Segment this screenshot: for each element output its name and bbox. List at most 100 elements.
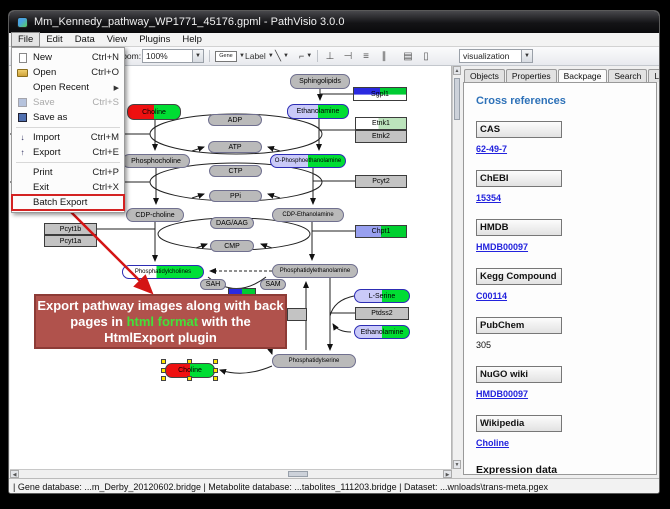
selection-handle[interactable] [213,376,218,381]
pathway-node-pcyt1b[interactable]: Pcyt1b [44,223,97,235]
pathway-node-etnk1[interactable]: Etnk1 [355,117,407,130]
selection-handle[interactable] [161,368,166,373]
menu-item-import[interactable]: ↓ImportCtrl+M [12,130,124,145]
horizontal-scrollbar[interactable]: ◀ ▶ [10,469,452,478]
pathway-node-chpt1[interactable]: Chpt1 [355,225,407,238]
pathway-node-phosphatidylcholines[interactable]: Phosphatidylcholines [122,265,204,279]
pathway-node-ppi[interactable]: PPi [209,190,262,202]
xref-link[interactable]: 15354 [476,193,501,203]
backpage-panel: Cross references CAS62-49-7ChEBI15354HMD… [463,82,657,475]
pathway-node-cdp-choline[interactable]: CDP-choline [126,208,184,222]
vertical-scrollbar[interactable]: ▲ ▼ [452,66,461,469]
vertical-scroll-thumb[interactable] [454,78,460,120]
connector-tool-button[interactable]: ⌐▼ [299,49,312,63]
scroll-left-icon[interactable]: ◀ [10,470,19,478]
pathway-node-cmp[interactable]: CMP [210,240,254,252]
xref-link[interactable]: 62-49-7 [476,144,507,154]
tab-search[interactable]: Search [608,69,647,82]
pathway-node-ptdss2[interactable]: Ptdss2 [355,307,409,320]
selection-handle[interactable] [187,376,192,381]
scroll-right-icon[interactable]: ▶ [443,470,452,478]
tab-backpage[interactable]: Backpage [558,69,608,83]
side-panel-tabs: ObjectsPropertiesBackpageSearchLegend [464,68,660,82]
xref-link[interactable]: C00114 [476,291,507,301]
tab-objects[interactable]: Objects [464,69,505,82]
gene-tool-button[interactable]: Gene▼ [215,49,245,63]
menubar-item-view[interactable]: View [101,33,133,46]
stack-vertical-icon[interactable]: ≡ [359,51,373,62]
menu-item-label: Batch Export [33,197,87,208]
menu-item-save[interactable]: SaveCtrl+S [12,95,124,110]
zoom-combobox[interactable]: 100% ▼ [142,49,204,63]
align-center-y-icon[interactable]: ⊣ [341,51,355,62]
menubar-item-data[interactable]: Data [69,33,101,46]
selection-handle[interactable] [161,359,166,364]
menu-item-batch-export[interactable]: Batch Export [12,195,124,210]
menubar-item-plugins[interactable]: Plugins [133,33,176,46]
horizontal-scroll-thumb[interactable] [288,471,308,477]
visualization-dropdown-arrow-icon[interactable]: ▼ [521,50,532,62]
xref-database-name: PubChem [476,317,562,334]
pathway-node-choline-top[interactable]: Choline [127,104,181,120]
xref-database-name: Wikipedia [476,415,562,432]
scroll-up-icon[interactable]: ▲ [453,66,461,75]
menu-item-save-as[interactable]: Save as [12,110,124,125]
pathway-node-phosphatidylserine[interactable]: Phosphatidylserine [272,354,356,368]
visualization-combobox[interactable]: visualization ▼ [459,49,533,63]
label-tool-button[interactable]: Label▼ [245,49,274,63]
pathway-node-pcyt1a[interactable]: Pcyt1a [44,235,97,247]
scroll-down-icon[interactable]: ▼ [453,460,461,469]
align-center-x-icon[interactable]: ⊥ [323,51,337,62]
selection-handle[interactable] [187,359,192,364]
pathway-node-psd-box[interactable] [287,308,307,321]
menu-item-shortcut: Ctrl+N [92,52,119,63]
pathway-node-etnk2[interactable]: Etnk2 [355,130,407,143]
pathway-node-ethanolamine-bottom[interactable]: Ethanolamine [354,325,410,339]
pathway-node-phosphatidylethanolamine[interactable]: Phosphatidylethanolamine [272,264,358,278]
pathway-node-pcyt2[interactable]: Pcyt2 [355,175,407,188]
xref-link[interactable]: Choline [476,438,509,448]
menu-item-exit[interactable]: ExitCtrl+X [12,180,124,195]
menubar-item-file[interactable]: File [11,32,40,47]
title-bar: Mm_Kennedy_pathway_WP1771_45176.gpml - P… [9,11,659,33]
selection-box-icon[interactable]: ▯ [419,51,433,62]
menu-item-label: Export [33,147,60,158]
menu-item-label: Exit [33,182,49,193]
pathway-node-phosphocholine[interactable]: Phosphocholine [122,154,190,168]
pathway-node-adp[interactable]: ADP [208,114,262,126]
pathway-node-sphingolipids[interactable]: Sphingolipids [290,74,350,89]
pathway-node-sam[interactable]: SAM [260,279,286,290]
selection-handle[interactable] [161,376,166,381]
menu-item-open-recent[interactable]: Open Recent▶ [12,80,124,95]
pathway-node-ctp[interactable]: CTP [209,165,262,177]
pathway-node-cdp-ethanolamine[interactable]: CDP-Ethanolamine [272,208,344,222]
pathway-node-atp[interactable]: ATP [208,141,262,153]
tab-properties[interactable]: Properties [506,69,557,82]
menu-item-export[interactable]: ↑ExportCtrl+E [12,145,124,160]
xref-database-name: HMDB [476,219,562,236]
stack-horizontal-icon[interactable]: ∥ [377,51,391,62]
pathway-node-ethanolamine-top[interactable]: Ethanolamine [287,104,349,119]
menu-item-open[interactable]: OpenCtrl+O [12,65,124,80]
xref-section-nugo-wiki: NuGO wikiHMDB00097 [476,366,656,402]
menu-item-new[interactable]: NewCtrl+N [12,50,124,65]
xref-link[interactable]: HMDB00097 [476,242,528,252]
pathway-node-sgpl1[interactable]: Sgpl1 [353,87,407,101]
selection-handle[interactable] [213,368,218,373]
line-tool-button[interactable]: ╲▼ [275,49,289,63]
pathway-node-o-phosphoethanolamine[interactable]: O-Phosphoethanolamine [270,154,346,168]
menubar-item-edit[interactable]: Edit [40,33,68,46]
menu-icon-spacer [16,82,29,94]
zoom-dropdown-arrow-icon[interactable]: ▼ [192,50,203,62]
pathway-node-sah[interactable]: SAH [200,279,226,290]
tab-legend[interactable]: Legend [648,69,660,82]
menu-item-print[interactable]: PrintCtrl+P [12,165,124,180]
pathway-node-l-serine[interactable]: L-Serine [354,289,410,303]
selection-handle[interactable] [213,359,218,364]
common-size-icon[interactable]: ▤ [401,51,415,62]
xref-link[interactable]: HMDB00097 [476,389,528,399]
menubar-item-help[interactable]: Help [176,33,208,46]
pathway-node-dag-aag[interactable]: DAG/AAG [210,217,254,229]
xref-section-wikipedia: Wikipedia Choline [476,415,656,451]
connector-tool-icon: ⌐ [299,51,304,61]
